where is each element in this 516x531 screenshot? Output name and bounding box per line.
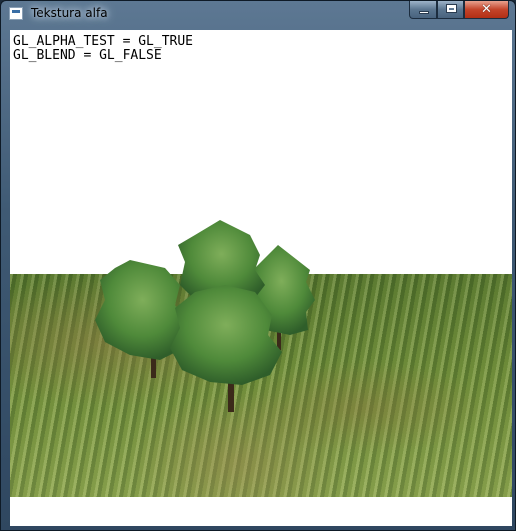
close-icon: ✕ xyxy=(481,2,492,17)
minimize-icon xyxy=(419,11,429,14)
alpha-test-status: GL_ALPHA_TEST = GL_TRUE xyxy=(13,34,194,49)
app-window-icon[interactable] xyxy=(9,7,23,20)
status-overlay: GL_ALPHA_TEST = GL_TRUE GL_BLEND = GL_FA… xyxy=(13,35,193,63)
maximize-icon xyxy=(446,4,457,13)
maximize-button[interactable] xyxy=(437,1,464,19)
blend-status: GL_BLEND = GL_FALSE xyxy=(13,48,162,63)
opengl-viewport[interactable]: GL_ALPHA_TEST = GL_TRUE GL_BLEND = GL_FA… xyxy=(10,30,512,526)
close-button[interactable]: ✕ xyxy=(464,1,509,19)
tree-left xyxy=(95,260,190,378)
minimize-button[interactable] xyxy=(409,1,437,19)
window-title: Tekstura alfa xyxy=(31,6,108,20)
title-bar[interactable]: Tekstura alfa ✕ xyxy=(1,1,515,29)
trees-group xyxy=(95,220,315,412)
app-window: Tekstura alfa ✕ GL_ALPHA_TEST = GL_TRUE … xyxy=(0,0,516,531)
